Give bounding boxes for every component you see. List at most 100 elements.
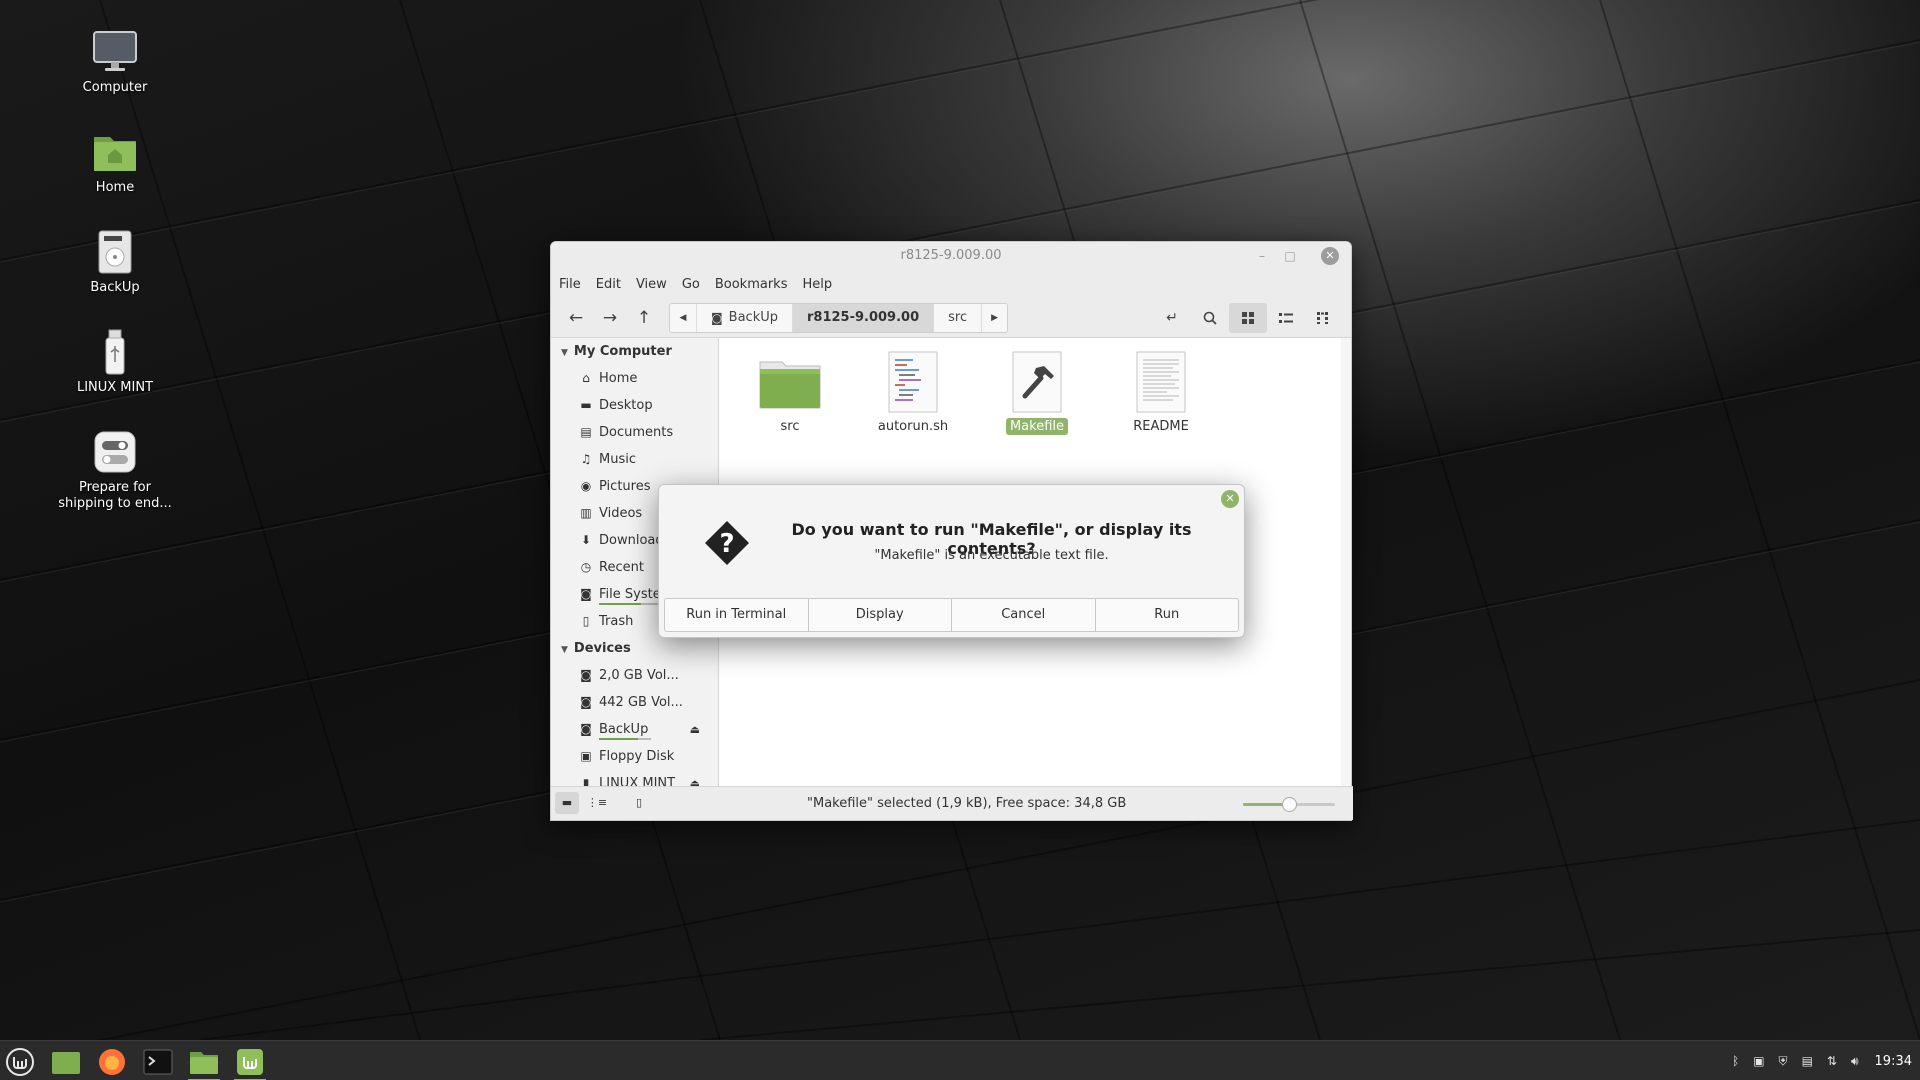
- taskbar: ᛒ ▣ ⛨ ▤ ⇅ 🔊︎ 19:34: [0, 1040, 1920, 1080]
- list-icon: [1279, 313, 1293, 323]
- shield-icon[interactable]: ⛨: [1779, 1054, 1788, 1069]
- breadcrumb-label: src: [948, 310, 968, 325]
- run-or-display-dialog: ✕ ? Do you want to run "Makefile", or di…: [658, 484, 1245, 638]
- taskbar-show-desktop[interactable]: [46, 1045, 86, 1079]
- zoom-slider-handle[interactable]: [1282, 797, 1297, 812]
- taskbar-file-manager[interactable]: [184, 1045, 224, 1080]
- file-item-readme[interactable]: README: [1111, 350, 1211, 435]
- sidebar-item-music[interactable]: ♫ Music: [551, 446, 718, 473]
- toggle-sidebar-button[interactable]: ▯: [627, 792, 651, 814]
- minimize-button[interactable]: –: [1253, 247, 1271, 265]
- home-icon: ⌂: [582, 371, 590, 385]
- clock-icon: ◷: [580, 560, 592, 574]
- breadcrumb-label: BackUp: [728, 310, 778, 325]
- documents-icon: ▤: [580, 425, 592, 439]
- menu-go[interactable]: Go: [682, 277, 700, 292]
- bluetooth-icon[interactable]: ᛒ: [1732, 1054, 1739, 1068]
- desktop-icon-label: Prepare for shipping to end...: [58, 480, 172, 511]
- monitor-icon: [91, 28, 139, 76]
- display-button[interactable]: Display: [807, 599, 952, 631]
- sidebar-item-desktop[interactable]: ▬ Desktop: [551, 392, 718, 419]
- floppy-icon: ▣: [580, 749, 592, 763]
- maximize-button[interactable]: □: [1281, 247, 1299, 265]
- taskbar-mint-app[interactable]: [230, 1045, 270, 1080]
- update-icon[interactable]: ▤: [1802, 1054, 1813, 1068]
- menu-bookmarks[interactable]: Bookmarks: [715, 277, 788, 292]
- sidebar-item-label: Videos: [599, 506, 643, 521]
- menu-view[interactable]: View: [636, 277, 667, 292]
- sidebar-toggle-icon: ▯: [635, 796, 643, 809]
- arrow-right-icon: →: [602, 307, 618, 328]
- run-button[interactable]: Run: [1094, 599, 1239, 631]
- window-titlebar[interactable]: r8125-9.009.00 – □ ✕: [551, 242, 1351, 270]
- folder-icon: [190, 1052, 218, 1074]
- triangle-right-icon: ▶: [991, 312, 999, 323]
- back-button[interactable]: ←: [559, 303, 593, 333]
- disk-usage-fill: [599, 738, 638, 740]
- sidebar-item-backup[interactable]: ◙ BackUp ⏏: [551, 716, 718, 743]
- triangle-down-icon: ▼: [561, 348, 568, 358]
- clipboard-icon[interactable]: ▣: [1753, 1054, 1764, 1068]
- forward-button[interactable]: →: [593, 303, 627, 333]
- desktop-icon-label: Home: [95, 180, 135, 195]
- show-places-button[interactable]: ▬: [555, 792, 579, 814]
- breadcrumb-scroll-right[interactable]: ▶: [981, 303, 1007, 332]
- folder-icon: [758, 350, 822, 414]
- file-item-src[interactable]: src: [740, 350, 840, 435]
- run-in-terminal-button[interactable]: Run in Terminal: [665, 599, 808, 631]
- drive-icon: ◙: [580, 587, 592, 601]
- trash-icon: ▯: [582, 614, 590, 628]
- taskbar-firefox[interactable]: [92, 1045, 132, 1079]
- sidebar-item-volume-2gb[interactable]: ◙ 2,0 GB Vol...: [551, 662, 718, 689]
- sidebar-item-documents[interactable]: ▤ Documents: [551, 419, 718, 446]
- drive-icon: ◙: [580, 695, 592, 709]
- toggle-location-button[interactable]: ↵: [1153, 303, 1191, 333]
- clock[interactable]: 19:34: [1875, 1054, 1912, 1069]
- vertical-scrollbar[interactable]: [1341, 338, 1351, 788]
- desktop-icon-prepare-shipping[interactable]: Prepare for shipping to end...: [50, 428, 180, 512]
- mint-logo-icon: [6, 1048, 34, 1076]
- breadcrumb-src[interactable]: src: [933, 303, 981, 332]
- search-button[interactable]: [1191, 303, 1229, 333]
- show-treeview-button[interactable]: ⋮≡: [585, 792, 609, 814]
- list-view-button[interactable]: [1267, 303, 1305, 333]
- close-window-button[interactable]: ✕: [1321, 247, 1339, 265]
- sidebar-item-volume-442gb[interactable]: ◙ 442 GB Vol...: [551, 689, 718, 716]
- desktop-icon-computer[interactable]: Computer: [50, 28, 180, 96]
- taskbar-terminal[interactable]: [138, 1045, 178, 1079]
- file-name: autorun.sh: [877, 419, 949, 434]
- start-menu-button[interactable]: [0, 1045, 40, 1079]
- icon-view-button[interactable]: [1229, 303, 1267, 333]
- menu-file[interactable]: File: [559, 277, 581, 292]
- sidebar-item-home[interactable]: ⌂ Home: [551, 365, 718, 392]
- network-icon[interactable]: ⇅: [1827, 1054, 1837, 1068]
- breadcrumb-current-folder[interactable]: r8125-9.009.00: [791, 303, 934, 332]
- breadcrumb-backup[interactable]: ◙ BackUp: [696, 303, 792, 332]
- menu-help[interactable]: Help: [802, 277, 832, 292]
- cancel-button[interactable]: Cancel: [951, 599, 1095, 631]
- location-entry-icon: ↵: [1166, 310, 1178, 326]
- window-title: r8125-9.009.00: [900, 248, 1002, 263]
- compact-view-button[interactable]: [1305, 303, 1343, 333]
- compact-list-icon: [1317, 312, 1328, 324]
- file-item-autorun[interactable]: autorun.sh: [863, 350, 963, 435]
- desktop-icon-home[interactable]: Home: [50, 128, 180, 196]
- menu-edit[interactable]: Edit: [596, 277, 621, 292]
- eject-icon[interactable]: ⏏: [690, 716, 700, 743]
- desktop-icon-backup[interactable]: BackUp: [50, 228, 180, 296]
- sidebar-section-devices[interactable]: ▼ Devices: [551, 635, 718, 662]
- breadcrumb-label: r8125-9.009.00: [806, 310, 920, 325]
- sidebar-section-my-computer[interactable]: ▼ My Computer: [551, 338, 718, 365]
- drive-icon: ◙: [580, 722, 592, 736]
- breadcrumb-scroll-left[interactable]: ◀: [670, 304, 696, 332]
- sidebar-item-floppy[interactable]: ▣ Floppy Disk: [551, 743, 718, 770]
- file-item-makefile[interactable]: Makefile: [987, 350, 1087, 435]
- close-dialog-button[interactable]: ✕: [1221, 490, 1239, 508]
- dialog-button-group: Run in Terminal Display Cancel Run: [664, 598, 1239, 632]
- up-button[interactable]: ↑: [627, 303, 661, 333]
- desktop-icon-linux-mint[interactable]: LINUX MINT: [50, 328, 180, 396]
- volume-icon[interactable]: 🔊︎: [1851, 1054, 1859, 1069]
- zoom-slider[interactable]: [1243, 797, 1335, 812]
- question-icon: ?: [703, 519, 751, 567]
- disk-usage-bar: [599, 738, 651, 740]
